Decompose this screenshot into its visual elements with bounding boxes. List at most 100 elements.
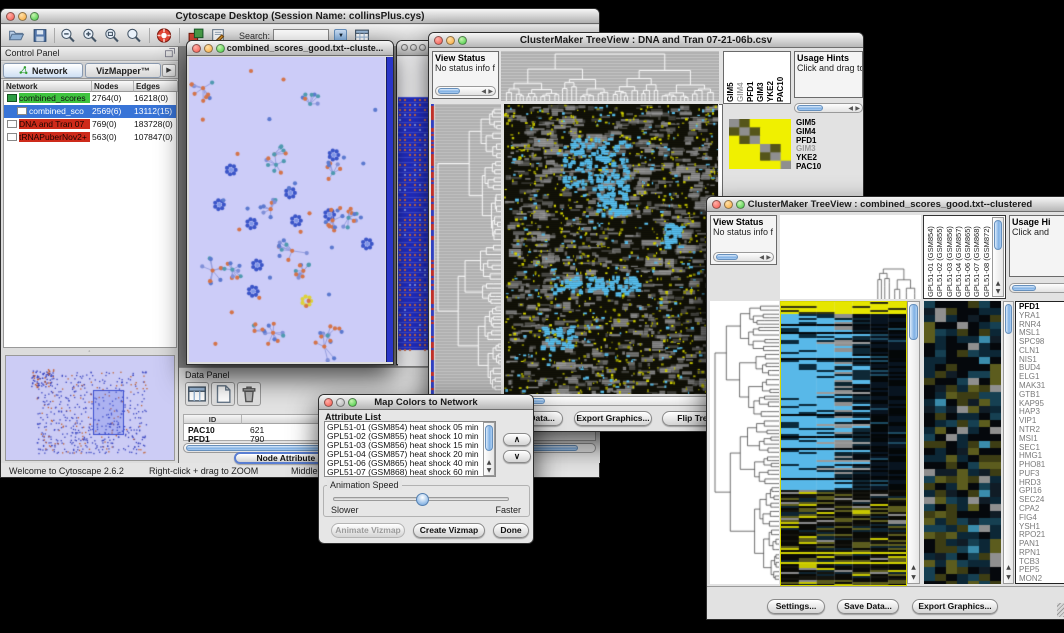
scroll-up-icon[interactable]: ▲ xyxy=(484,459,494,466)
slider-thumb[interactable] xyxy=(416,493,429,506)
minimize-icon[interactable] xyxy=(18,12,27,21)
animate-vizmap-button[interactable]: Animate Vizmap xyxy=(331,523,405,538)
minimize-icon[interactable] xyxy=(204,44,213,53)
view-status-scrollbar[interactable]: ◀ ▶ xyxy=(435,86,496,96)
column-label[interactable]: YKE2 xyxy=(766,53,776,102)
tab-vizmapper[interactable]: VizMapper™ xyxy=(85,63,161,78)
main-titlebar[interactable]: Cytoscape Desktop (Session Name: collins… xyxy=(1,9,599,24)
view-status-scrollbar[interactable]: ◀ ▶ xyxy=(713,252,774,262)
tab-network[interactable]: Network xyxy=(3,63,83,78)
network-table-row[interactable]: tRNAPuberNov2+ 563(0) 107847(0) xyxy=(4,131,176,144)
global-heatmap-canvas[interactable] xyxy=(504,104,718,394)
scroll-down-icon[interactable]: ▼ xyxy=(484,467,494,474)
zoom-fit-icon[interactable] xyxy=(103,27,121,44)
delete-attribute-trash-icon[interactable] xyxy=(237,382,261,406)
row-dendrogram-canvas[interactable] xyxy=(431,104,501,394)
column-label[interactable]: PFD1 xyxy=(746,53,756,102)
scroll-left-icon[interactable]: ◀ xyxy=(759,254,764,261)
move-down-button[interactable]: ∨ xyxy=(503,450,531,463)
zoom-selected-icon[interactable] xyxy=(125,27,143,44)
column-label[interactable]: GPL51-04 (GSM857) xyxy=(954,217,963,297)
network-table-row[interactable]: DNA and Tran 07 769(0) 183728(0) xyxy=(4,118,176,131)
close-icon[interactable] xyxy=(401,44,408,51)
treeview-combined-titlebar[interactable]: ClusterMaker TreeView : combined_scores_… xyxy=(707,197,1064,212)
treeview-dna-titlebar[interactable]: ClusterMaker TreeView : DNA and Tran 07-… xyxy=(429,33,863,48)
scroll-up-icon[interactable]: ▲ xyxy=(1004,564,1013,571)
zoom-out-icon[interactable] xyxy=(59,27,77,44)
column-label[interactable]: GPL51-01 (GSM854) xyxy=(926,217,935,297)
tab-overflow-button[interactable]: ▶ xyxy=(162,64,176,77)
col-header-edges[interactable]: Edges xyxy=(134,81,178,92)
scroll-down-icon[interactable]: ▼ xyxy=(1004,574,1013,581)
zoom-in-icon[interactable] xyxy=(81,27,99,44)
new-attribute-icon[interactable] xyxy=(211,382,235,406)
gene-label[interactable]: PAC10 xyxy=(794,163,839,172)
minimize-icon[interactable] xyxy=(446,36,455,45)
minimize-icon[interactable] xyxy=(724,200,733,209)
scroll-right-icon[interactable]: ▶ xyxy=(855,105,860,112)
maximize-icon[interactable] xyxy=(419,44,426,51)
column-label[interactable]: GIM3 xyxy=(756,53,766,102)
help-lifesaver-icon[interactable] xyxy=(155,27,173,44)
scroll-left-icon[interactable]: ◀ xyxy=(848,105,853,112)
scroll-left-icon[interactable]: ◀ xyxy=(481,88,486,95)
scroll-right-icon[interactable]: ▶ xyxy=(488,88,493,95)
maximize-icon[interactable] xyxy=(736,200,745,209)
network-scrollbar[interactable] xyxy=(386,57,393,362)
close-icon[interactable] xyxy=(434,36,443,45)
scroll-right-icon[interactable]: ▶ xyxy=(766,254,771,261)
attribute-list-scrollbar[interactable]: ▲ ▼ xyxy=(483,422,495,476)
done-button[interactable]: Done xyxy=(493,523,529,538)
usage-hints-scrollbar[interactable] xyxy=(1009,283,1064,293)
maximize-icon[interactable] xyxy=(30,12,39,21)
select-attributes-icon[interactable] xyxy=(185,382,209,406)
attribute-list[interactable]: GPL51-01 (GSM854) heat shock 05 minGPL51… xyxy=(324,421,496,477)
network-table-row[interactable]: combined_sco 2569(6) 13112(15) xyxy=(4,105,176,118)
network-overview-canvas[interactable] xyxy=(7,357,173,459)
column-label[interactable]: GPL51-08 (GSM872) xyxy=(982,217,991,297)
export-graphics-button[interactable]: Export Graphics... xyxy=(912,599,998,614)
zoom-heatmap-canvas[interactable] xyxy=(729,119,791,169)
column-labels-scrollbar[interactable]: ▲ ▼ xyxy=(992,217,1004,297)
close-icon[interactable] xyxy=(192,44,201,53)
column-tree-canvas[interactable] xyxy=(780,215,921,299)
column-label[interactable]: GPL51-06 (GSM865) xyxy=(963,217,972,297)
attribute-item[interactable]: GPL51-07 (GSM868) heat shock 60 min xyxy=(327,468,493,477)
scroll-down-icon[interactable]: ▼ xyxy=(908,574,919,581)
resize-grip[interactable] xyxy=(1057,603,1064,617)
column-label[interactable]: GIM4 xyxy=(736,53,746,102)
column-label[interactable]: GIM5 xyxy=(726,53,736,102)
save-data-button[interactable]: Save Data... xyxy=(837,599,899,614)
zoom-heatmap-scrollbar[interactable]: ▲ ▼ xyxy=(1003,301,1014,584)
save-session-icon[interactable] xyxy=(31,27,49,44)
animation-speed-slider[interactable] xyxy=(333,497,509,501)
close-icon[interactable] xyxy=(712,200,721,209)
scroll-up-icon[interactable]: ▲ xyxy=(993,280,1003,287)
col-header-id[interactable]: ID xyxy=(184,415,242,424)
open-session-icon[interactable] xyxy=(7,27,25,44)
minimize-icon[interactable] xyxy=(410,44,417,51)
row-dendrogram-canvas[interactable] xyxy=(710,301,779,584)
settings-button[interactable]: Settings... xyxy=(767,599,825,614)
dialog-titlebar[interactable]: Map Colors to Network xyxy=(319,395,533,410)
move-up-button[interactable]: ∧ xyxy=(503,433,531,446)
zoom-heatmap-canvas[interactable] xyxy=(924,301,1001,584)
column-label[interactable]: GPL51-07 (GSM868) xyxy=(972,217,981,297)
usage-hints-scrollbar[interactable]: ◀ ▶ xyxy=(794,103,863,113)
column-label[interactable]: PAC10 xyxy=(776,53,786,102)
export-graphics-button[interactable]: Export Graphics... xyxy=(574,411,652,426)
global-heatmap-canvas[interactable] xyxy=(780,301,907,586)
scroll-down-icon[interactable]: ▼ xyxy=(993,288,1003,295)
maximize-icon[interactable] xyxy=(216,44,225,53)
scroll-up-icon[interactable]: ▲ xyxy=(908,564,919,571)
network-window-titlebar[interactable]: combined_scores_good.txt--cluste... xyxy=(187,41,393,56)
gene-list[interactable]: PFD1YRA1RNR4MSL1SPC98CLN1NIS1BUD4ELG1MAK… xyxy=(1015,301,1064,584)
global-heatmap-scrollbar[interactable]: ▲ ▼ xyxy=(907,301,920,584)
col-header-nodes[interactable]: Nodes xyxy=(92,81,134,92)
maximize-icon[interactable] xyxy=(458,36,467,45)
close-icon[interactable] xyxy=(6,12,15,21)
network-view-canvas[interactable] xyxy=(189,57,385,362)
column-dendrogram-canvas[interactable] xyxy=(501,51,719,101)
maximize-icon[interactable] xyxy=(348,398,357,407)
gene-list-item[interactable]: MON2 xyxy=(1016,575,1064,584)
